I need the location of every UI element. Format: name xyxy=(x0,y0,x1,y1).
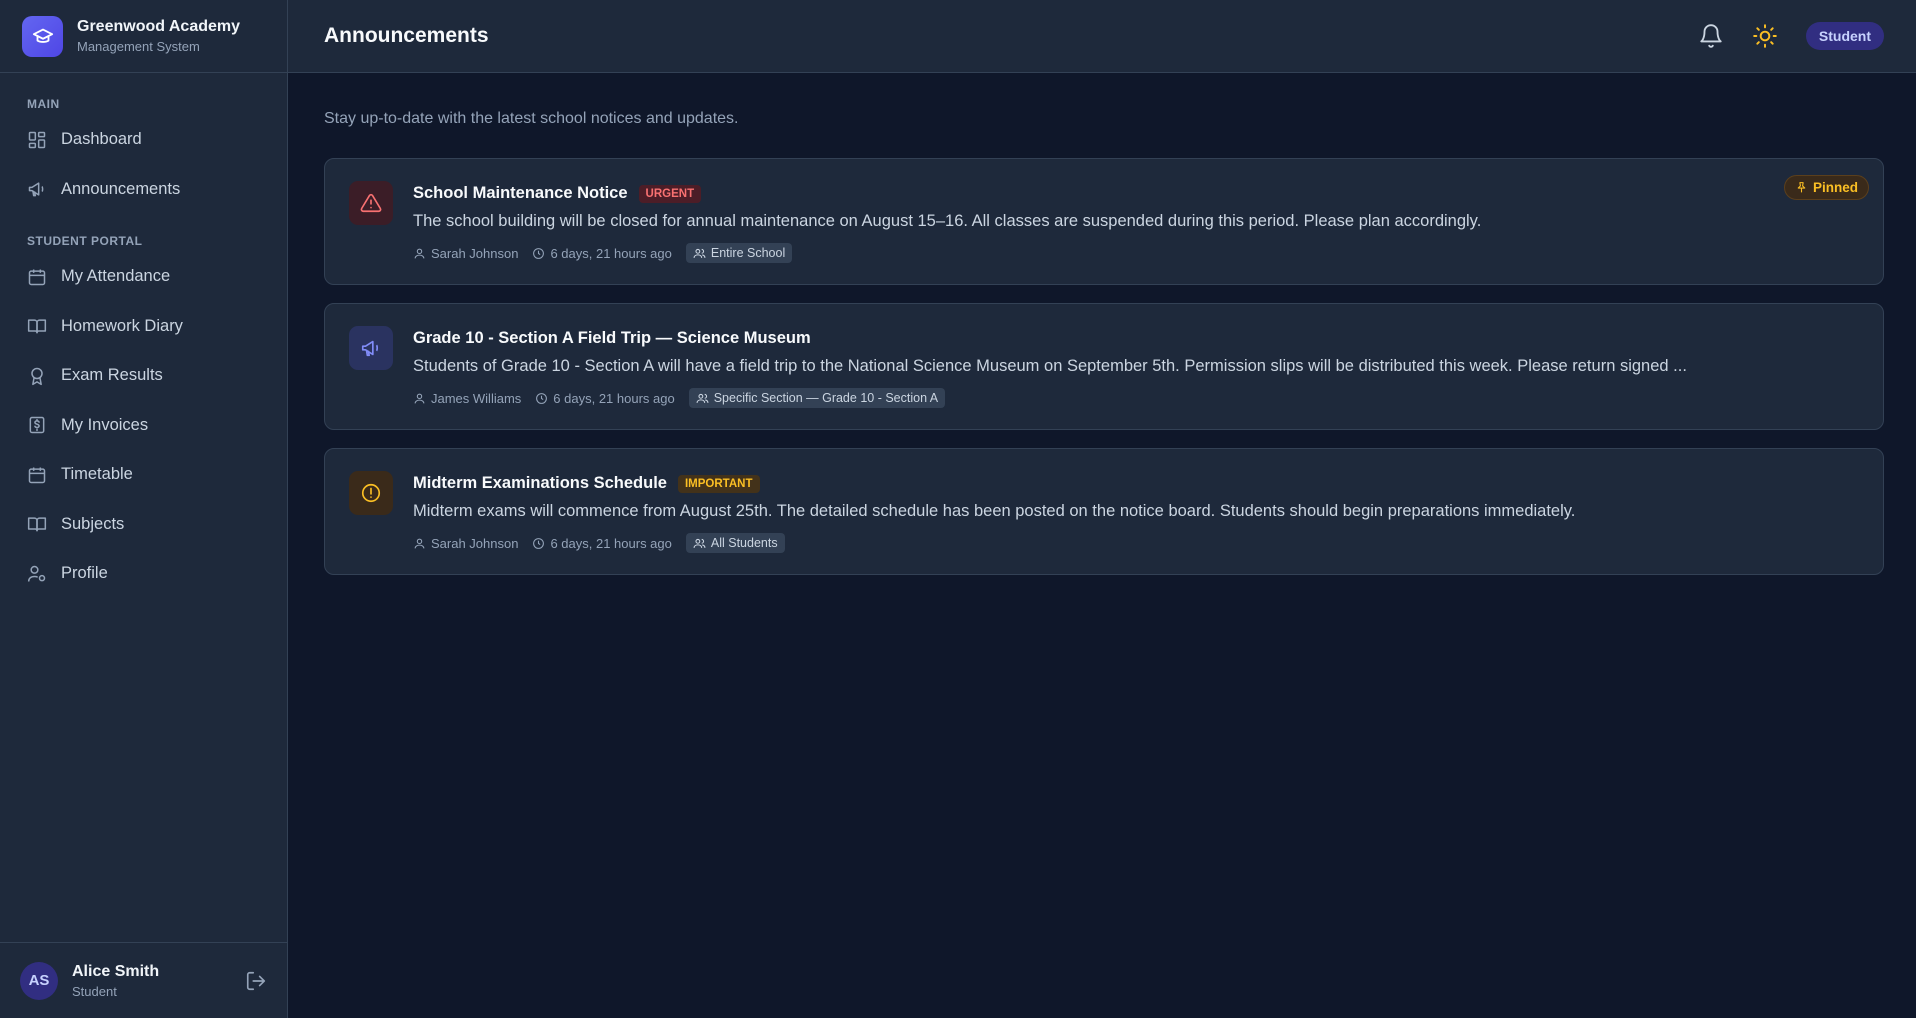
announcement-author: James Williams xyxy=(431,390,522,406)
main-content: Stay up-to-date with the latest school n… xyxy=(324,73,1884,575)
sidebar-item-my-invoices[interactable]: My Invoices xyxy=(0,401,287,451)
page-title: Announcements xyxy=(324,24,489,47)
announcement-time: 6 days, 21 hours ago xyxy=(550,535,672,551)
nav-section-main: MAIN xyxy=(27,97,60,111)
user-gear-icon xyxy=(27,565,46,582)
clock-icon xyxy=(533,247,545,259)
announcement-list: School Maintenance Notice URGENT The sch… xyxy=(324,158,1884,575)
clock-icon xyxy=(536,392,548,404)
sidebar-item-label: Exam Results xyxy=(61,366,163,385)
announcement-text: Students of Grade 10 - Section A will ha… xyxy=(413,357,1687,375)
user-name: Alice Smith xyxy=(72,962,160,980)
pin-icon xyxy=(1797,182,1806,193)
sidebar-item-timetable[interactable]: Timetable xyxy=(0,450,287,500)
announcement-card[interactable]: School Maintenance Notice URGENT The sch… xyxy=(324,158,1884,285)
book-icon xyxy=(27,517,47,532)
announcement-title: Grade 10 - Section A Field Trip — Scienc… xyxy=(413,329,811,347)
sidebar-item-label: Homework Diary xyxy=(61,316,183,335)
calendar-icon xyxy=(28,269,46,285)
user-profile: AS Alice Smith Student xyxy=(0,942,287,1018)
top-bar: Announcements Student xyxy=(288,0,1916,73)
sidebar-item-profile[interactable]: Profile xyxy=(0,549,287,599)
alert-triangle-icon xyxy=(349,181,393,225)
dashboard-icon xyxy=(28,131,46,148)
sidebar-item-label: Subjects xyxy=(61,514,125,533)
sidebar: Greenwood Academy Management System MAIN… xyxy=(0,0,288,1018)
announcement-title: School Maintenance Notice xyxy=(413,184,628,202)
audience-badge: Entire School xyxy=(685,243,793,263)
users-icon xyxy=(693,538,706,548)
sidebar-item-label: My Invoices xyxy=(61,415,149,434)
calendar-grid-icon xyxy=(28,467,46,483)
clock-icon xyxy=(533,537,545,549)
announcement-text: The school building will be closed for a… xyxy=(413,212,1482,230)
announcement-time: 6 days, 21 hours ago xyxy=(553,390,675,406)
receipt-icon xyxy=(29,417,45,434)
sidebar-item-label: Timetable xyxy=(61,465,133,484)
announcement-author: Sarah Johnson xyxy=(431,245,519,261)
users-icon xyxy=(693,248,706,258)
audience-badge: Specific Section — Grade 10 - Section A xyxy=(688,388,946,408)
urgent-tag: URGENT xyxy=(638,184,702,203)
sidebar-nav: MAIN Dashboard Announcements STUDENT POR… xyxy=(0,73,287,942)
megaphone-icon xyxy=(349,326,393,370)
brand: Greenwood Academy Management System xyxy=(0,0,287,73)
sidebar-item-homework-diary[interactable]: Homework Diary xyxy=(0,302,287,352)
pinned-badge: Pinned xyxy=(1783,175,1869,200)
nav-section-student-portal: STUDENT PORTAL xyxy=(27,234,143,248)
user-icon xyxy=(414,538,425,548)
sidebar-item-label: Announcements xyxy=(61,179,181,198)
announcement-title: Midterm Examinations Schedule xyxy=(413,474,667,492)
sidebar-item-label: Dashboard xyxy=(61,130,142,149)
brand-subtitle: Management System xyxy=(77,39,200,54)
graduation-cap-icon xyxy=(22,15,63,57)
role-badge: Student xyxy=(1805,22,1884,50)
announcement-card[interactable]: Midterm Examinations Schedule IMPORTANT … xyxy=(324,448,1884,575)
announcement-time: 6 days, 21 hours ago xyxy=(550,245,672,261)
logout-icon[interactable] xyxy=(245,970,267,992)
sidebar-item-exam-results[interactable]: Exam Results xyxy=(0,351,287,401)
user-icon xyxy=(414,393,425,403)
announcement-author: Sarah Johnson xyxy=(431,535,519,551)
sidebar-item-my-attendance[interactable]: My Attendance xyxy=(0,252,287,302)
announcement-card[interactable]: Grade 10 - Section A Field Trip — Scienc… xyxy=(324,303,1884,430)
user-role: Student xyxy=(72,983,117,999)
important-tag: IMPORTANT xyxy=(677,474,760,493)
book-open-icon xyxy=(27,319,47,334)
users-icon xyxy=(696,393,709,403)
sidebar-item-subjects[interactable]: Subjects xyxy=(0,500,287,550)
brand-title: Greenwood Academy xyxy=(77,18,241,35)
sidebar-item-label: Profile xyxy=(61,564,108,583)
audience-badge: All Students xyxy=(685,533,785,553)
user-icon xyxy=(414,248,425,258)
bell-icon[interactable] xyxy=(1698,23,1724,49)
sidebar-item-announcements[interactable]: Announcements xyxy=(0,165,287,215)
sidebar-item-dashboard[interactable]: Dashboard xyxy=(0,115,287,165)
sidebar-item-label: My Attendance xyxy=(61,267,171,286)
announcement-text: Midterm exams will commence from August … xyxy=(413,502,1576,520)
avatar: AS xyxy=(20,961,58,1000)
megaphone-icon xyxy=(28,182,44,197)
page-subtitle: Stay up-to-date with the latest school n… xyxy=(324,110,739,127)
alert-circle-icon xyxy=(349,471,393,515)
sun-icon[interactable] xyxy=(1752,23,1778,49)
award-icon xyxy=(31,367,43,385)
